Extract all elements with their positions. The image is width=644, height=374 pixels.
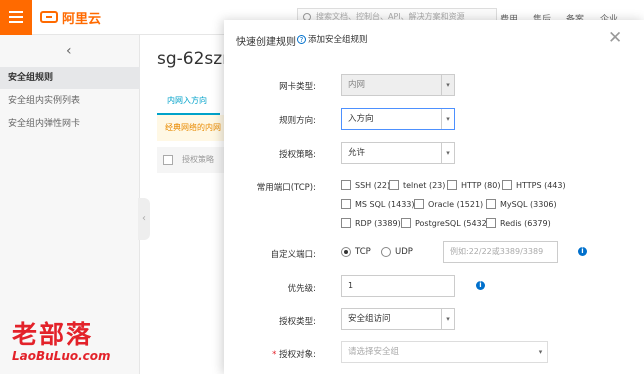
port-redis-checkbox[interactable]: Redis (6379) — [486, 218, 551, 228]
port-mysql-checkbox[interactable]: MySQL (3306) — [486, 199, 557, 209]
checkbox-box — [486, 218, 496, 228]
checkbox-box — [502, 180, 512, 190]
port-ssh-checkbox[interactable]: SSH (22) — [341, 180, 390, 190]
custom-port-label: 自定义端口: — [270, 250, 316, 260]
watermark-cn: 老部落 — [12, 320, 94, 349]
policy-label: 授权策略: — [279, 150, 316, 160]
auth-object-label: * 授权对象: — [224, 348, 316, 360]
quick-create-rule-dialog: 快速创建规则 ? 添加安全组规则 ✕ 网卡类型: 内网 ▾ 规则方向: 入方向 … — [224, 20, 644, 374]
tab-inbound[interactable]: 内网入方向 — [157, 87, 220, 115]
port-option-label: HTTPS (443) — [516, 180, 566, 190]
auth-type-label: 授权类型: — [279, 317, 316, 327]
info-icon[interactable]: i — [578, 247, 587, 256]
hamburger-line — [9, 21, 23, 23]
dialog-header: 快速创建规则 ? 添加安全组规则 ✕ — [224, 20, 644, 56]
priority-label: 优先级: — [287, 284, 316, 294]
checkbox-box — [401, 218, 411, 228]
port-option-label: telnet (23) — [403, 180, 446, 190]
direction-value: 入方向 — [348, 114, 374, 124]
port-option-label: HTTP (80) — [461, 180, 501, 190]
policy-value: 允许 — [348, 148, 366, 158]
checkbox-box — [341, 199, 351, 209]
auth-type-value: 安全组访问 — [348, 314, 391, 324]
watermark-logo: 老部落 LaoBuLuo.com — [12, 315, 111, 363]
common-ports-label: 常用端口(TCP): — [256, 183, 316, 193]
udp-radio[interactable]: UDP — [381, 247, 413, 257]
policy-select[interactable]: 允许 ▾ — [341, 142, 455, 164]
nic-type-label: 网卡类型: — [279, 82, 316, 92]
tcp-label: TCP — [355, 247, 371, 257]
table-column-policy: 授权策略 — [182, 155, 214, 164]
collapse-sidebar-handle[interactable]: ‹ — [138, 198, 150, 240]
nic-type-select: 内网 ▾ — [341, 74, 455, 96]
port-rdp-checkbox[interactable]: RDP (3389) — [341, 218, 401, 228]
port-https-checkbox[interactable]: HTTPS (443) — [502, 180, 566, 190]
info-icon[interactable]: i — [476, 281, 485, 290]
checkbox-box — [341, 218, 351, 228]
select-all-checkbox[interactable] — [163, 155, 173, 165]
back-chevron-icon[interactable]: ‹ — [66, 43, 72, 59]
direction-label: 规则方向: — [279, 116, 316, 126]
port-oracle-checkbox[interactable]: Oracle (1521) — [414, 199, 483, 209]
checkbox-box — [486, 199, 496, 209]
checkbox-box — [414, 199, 424, 209]
watermark-en: LaoBuLuo.com — [12, 349, 111, 363]
port-option-label: SSH (22) — [355, 180, 391, 190]
port-option-label: MySQL (3306) — [500, 199, 557, 209]
direction-select[interactable]: 入方向 ▾ — [341, 108, 455, 130]
sidebar-item-eni[interactable]: 安全组内弹性网卡 — [0, 113, 140, 135]
chevron-down-icon: ▾ — [538, 348, 543, 356]
hamburger-menu-button[interactable] — [0, 0, 32, 35]
hamburger-line — [9, 11, 23, 13]
auth-object-label-text: 授权对象: — [279, 350, 316, 360]
port-postgresql-checkbox[interactable]: PostgreSQL (5432) — [401, 218, 490, 228]
dialog-title: 快速创建规则 — [236, 37, 296, 48]
close-icon[interactable]: ✕ — [608, 28, 622, 48]
hamburger-line — [9, 16, 23, 18]
aliyun-logo[interactable]: 阿里云 — [40, 9, 102, 27]
notice-bar: 经典网络的内网 — [157, 115, 227, 141]
port-option-label: MS SQL (1433) — [355, 199, 415, 209]
port-http-checkbox[interactable]: HTTP (80) — [447, 180, 500, 190]
port-telnet-checkbox[interactable]: telnet (23) — [389, 180, 445, 190]
nic-type-value: 内网 — [348, 80, 366, 90]
radio-circle — [381, 247, 391, 257]
priority-input[interactable]: 1 — [341, 275, 455, 297]
help-link-text: 添加安全组规则 — [308, 35, 368, 45]
question-icon: ? — [297, 34, 306, 44]
port-option-label: PostgreSQL (5432) — [415, 218, 490, 228]
checkbox-box — [447, 180, 457, 190]
auth-type-select[interactable]: 安全组访问 ▾ — [341, 308, 455, 330]
sidebar-item-instances[interactable]: 安全组内实例列表 — [0, 90, 140, 112]
port-option-label: RDP (3389) — [355, 218, 401, 228]
sidebar-item-rules[interactable]: 安全组规则 — [0, 67, 140, 89]
tcp-radio[interactable]: TCP — [341, 247, 371, 257]
checkbox-box — [341, 180, 351, 190]
aliyun-logo-icon — [40, 11, 58, 23]
chevron-down-icon: ▾ — [441, 143, 454, 163]
checkbox-box — [389, 180, 399, 190]
auth-object-select[interactable]: 请选择安全组 ▾ — [341, 341, 548, 363]
udp-label: UDP — [395, 247, 413, 257]
port-option-label: Oracle (1521) — [428, 199, 484, 209]
port-mssql-checkbox[interactable]: MS SQL (1433) — [341, 199, 415, 209]
chevron-down-icon: ▾ — [441, 309, 454, 329]
radio-circle — [341, 247, 351, 257]
chevron-down-icon: ▾ — [441, 109, 454, 129]
port-option-label: Redis (6379) — [500, 218, 551, 228]
logo-text: 阿里云 — [62, 11, 102, 27]
chevron-down-icon: ▾ — [441, 75, 454, 95]
table-header: 授权策略 — [157, 147, 227, 173]
auth-object-placeholder: 请选择安全组 — [348, 347, 400, 357]
custom-port-input[interactable]: 例如:22/22或3389/3389 — [443, 241, 558, 263]
help-link[interactable]: ? 添加安全组规则 — [297, 33, 368, 45]
